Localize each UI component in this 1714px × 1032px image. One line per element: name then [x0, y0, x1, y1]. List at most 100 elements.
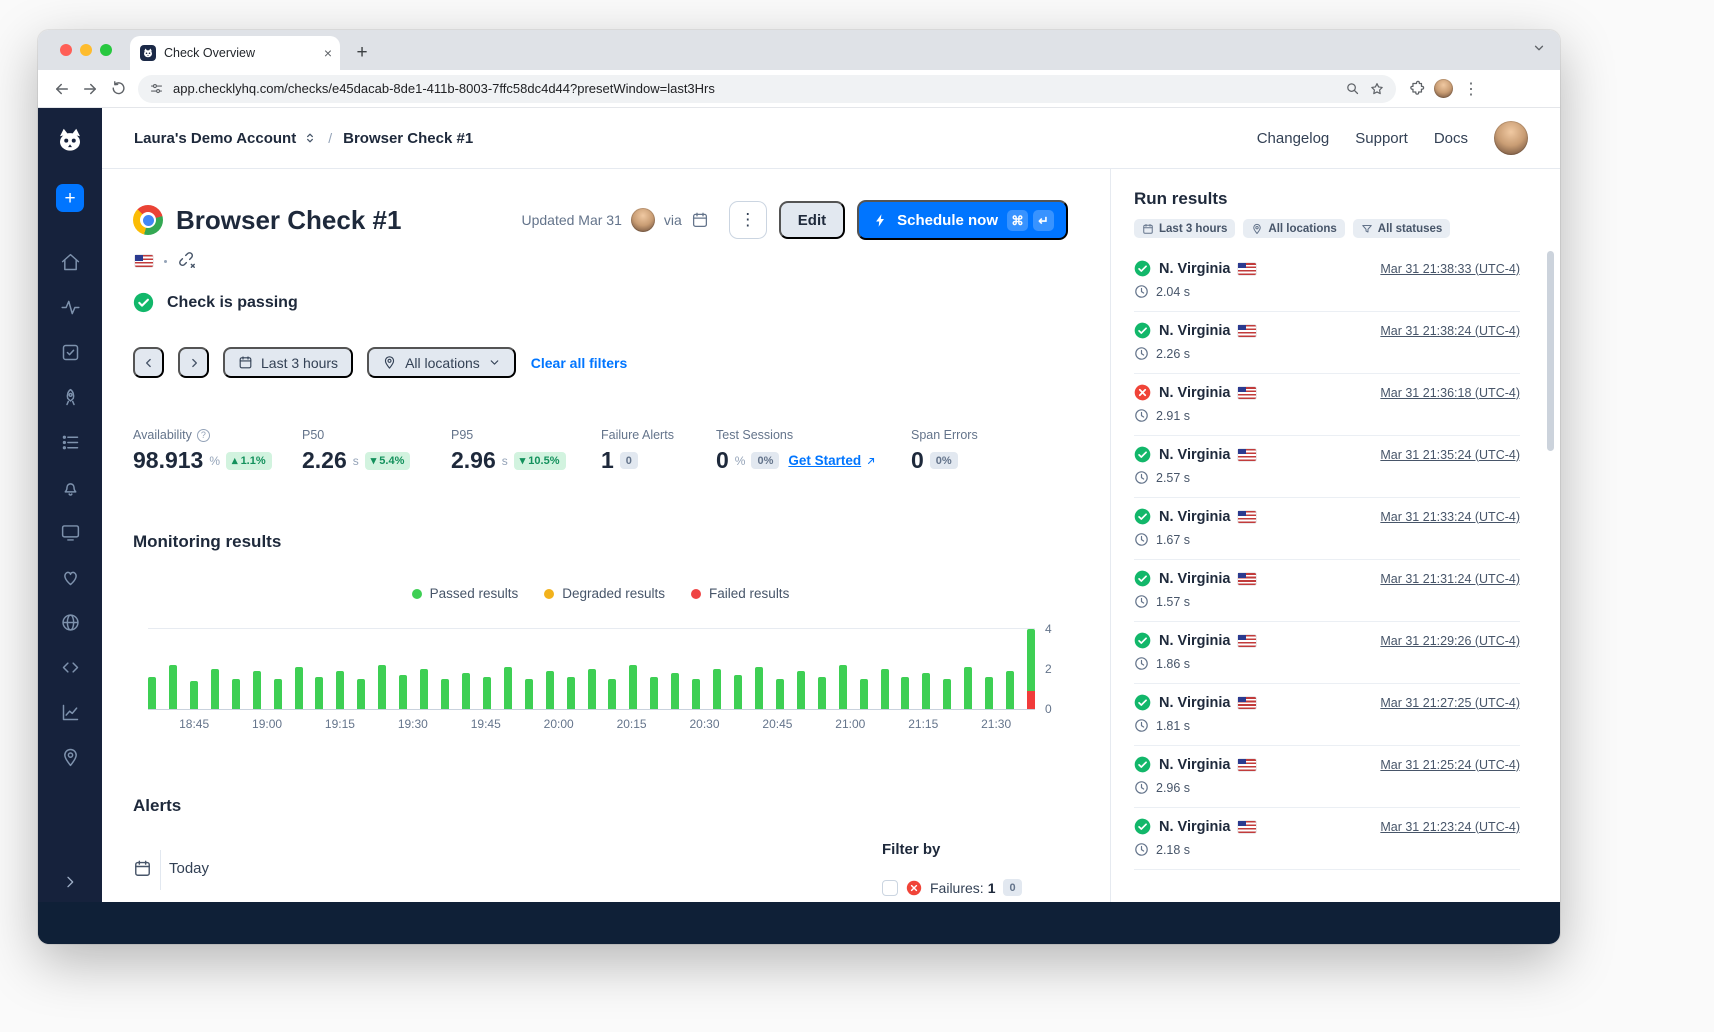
x-tick-label: 19:15: [325, 717, 355, 731]
clear-all-filters-link[interactable]: Clear all filters: [531, 355, 628, 371]
nav-link-support[interactable]: Support: [1355, 130, 1408, 147]
run-timestamp-link[interactable]: Mar 31 21:38:24 (UTC-4): [1380, 324, 1520, 338]
next-window-button[interactable]: [178, 347, 209, 378]
checkly-logo-icon[interactable]: [52, 122, 88, 158]
chip-time-range[interactable]: Last 3 hours: [1134, 219, 1235, 238]
tab-close-icon[interactable]: ×: [324, 46, 332, 60]
forward-icon[interactable]: [76, 75, 104, 103]
sidebar-item-private-locations-icon[interactable]: [48, 600, 92, 645]
zoom-window-button[interactable]: [100, 44, 112, 56]
sidebar-expand-icon[interactable]: [62, 874, 78, 890]
chart-bar: [190, 681, 198, 709]
extensions-icon[interactable]: [1402, 75, 1430, 103]
passed-icon: [1134, 756, 1151, 773]
locations-filter-button[interactable]: All locations: [367, 347, 516, 378]
run-timestamp-link[interactable]: Mar 31 21:23:24 (UTC-4): [1380, 820, 1520, 834]
monitoring-chart-plot[interactable]: [148, 628, 1035, 710]
minimize-window-button[interactable]: [80, 44, 92, 56]
close-window-button[interactable]: [60, 44, 72, 56]
chart-bar: [734, 675, 742, 709]
nav-link-changelog[interactable]: Changelog: [1257, 130, 1330, 147]
run-timestamp-link[interactable]: Mar 31 21:27:25 (UTC-4): [1380, 696, 1520, 710]
bolt-icon: [873, 213, 888, 228]
check-meta-row: [135, 251, 1068, 271]
sidebar-item-locations-icon[interactable]: [48, 735, 92, 780]
failures-checkbox[interactable]: [882, 880, 898, 896]
run-results-panel: Run results Last 3 hours All locations: [1110, 169, 1560, 944]
nav-link-docs[interactable]: Docs: [1434, 130, 1468, 147]
stat-span-errors: Span Errors 0 0%: [911, 428, 978, 474]
alerts-filter-panel: Filter by Failures: 1 0: [882, 841, 1068, 896]
failures-filter-row: Failures: 1 0: [882, 879, 1068, 896]
run-location: N. Virginia: [1159, 447, 1230, 463]
schedule-now-button[interactable]: Schedule now ⌘ ↵: [857, 200, 1068, 240]
legend-passed: Passed results: [412, 586, 519, 601]
passed-icon: [1134, 570, 1151, 587]
url-bar[interactable]: app.checklyhq.com/checks/e45dacab-8de1-4…: [138, 75, 1396, 103]
chart-bar: [357, 679, 365, 709]
sidebar-item-heartbeats-icon[interactable]: [48, 555, 92, 600]
sidebar-item-home-icon[interactable]: [48, 240, 92, 285]
time-range-label: Last 3 hours: [261, 355, 338, 371]
check-status-text: Check is passing: [167, 294, 298, 312]
run-result-item[interactable]: N. Virginia Mar 31 21:31:24 (UTC-4) 1.57…: [1134, 560, 1520, 622]
run-timestamp-link[interactable]: Mar 31 21:31:24 (UTC-4): [1380, 572, 1520, 586]
account-switcher[interactable]: Laura's Demo Account: [134, 130, 296, 147]
sidebar-item-alerts-icon[interactable]: [48, 465, 92, 510]
schedule-now-label: Schedule now: [897, 212, 998, 229]
stat-value: 0: [716, 447, 729, 474]
sidebar-item-checks-icon[interactable]: [48, 330, 92, 375]
sidebar-item-maintenance-icon[interactable]: [48, 375, 92, 420]
site-settings-icon[interactable]: [149, 81, 164, 96]
y-tick-label: 4: [1045, 622, 1052, 636]
sidebar-item-snippets-icon[interactable]: [48, 645, 92, 690]
run-result-item[interactable]: N. Virginia Mar 31 21:29:26 (UTC-4) 1.86…: [1134, 622, 1520, 684]
run-result-item[interactable]: N. Virginia Mar 31 21:35:24 (UTC-4) 2.57…: [1134, 436, 1520, 498]
calendar-icon: [1142, 223, 1154, 235]
run-duration: 1.67 s: [1156, 533, 1190, 547]
run-result-item[interactable]: N. Virginia Mar 31 21:38:24 (UTC-4) 2.26…: [1134, 312, 1520, 374]
run-result-item[interactable]: N. Virginia Mar 31 21:38:33 (UTC-4) 2.04…: [1134, 250, 1520, 312]
clock-icon: [1134, 718, 1149, 733]
more-actions-button[interactable]: ⋮: [729, 201, 767, 239]
run-result-item[interactable]: N. Virginia Mar 31 21:23:24 (UTC-4) 2.18…: [1134, 808, 1520, 870]
run-timestamp-link[interactable]: Mar 31 21:38:33 (UTC-4): [1380, 262, 1520, 276]
chip-statuses[interactable]: All statuses: [1353, 219, 1451, 238]
back-icon[interactable]: [48, 75, 76, 103]
info-icon[interactable]: ?: [197, 429, 210, 442]
run-timestamp-link[interactable]: Mar 31 21:25:24 (UTC-4): [1380, 758, 1520, 772]
sidebar-item-dashboards-icon[interactable]: [48, 510, 92, 555]
run-results-filters: Last 3 hours All locations All statuses: [1134, 219, 1520, 238]
tab-check-overview[interactable]: Check Overview ×: [130, 36, 340, 70]
panel-scrollbar[interactable]: [1547, 251, 1554, 451]
run-timestamp-link[interactable]: Mar 31 21:33:24 (UTC-4): [1380, 510, 1520, 524]
run-result-item[interactable]: N. Virginia Mar 31 21:25:24 (UTC-4) 2.96…: [1134, 746, 1520, 808]
sidebar-item-activity-icon[interactable]: [48, 285, 92, 330]
reload-icon[interactable]: [104, 75, 132, 103]
breadcrumb-check-name[interactable]: Browser Check #1: [343, 130, 473, 147]
create-new-button[interactable]: +: [56, 184, 84, 212]
get-started-link[interactable]: Get Started: [788, 453, 877, 468]
tab-search-chevron-icon[interactable]: [1532, 41, 1546, 55]
run-timestamp-link[interactable]: Mar 31 21:36:18 (UTC-4): [1380, 386, 1520, 400]
user-avatar[interactable]: [1494, 121, 1528, 155]
run-result-item[interactable]: N. Virginia Mar 31 21:27:25 (UTC-4) 1.81…: [1134, 684, 1520, 746]
run-timestamp-link[interactable]: Mar 31 21:35:24 (UTC-4): [1380, 448, 1520, 462]
monitoring-results-chart[interactable]: 18:4519:0019:1519:3019:4520:0020:1520:30…: [133, 628, 1068, 734]
zoom-icon[interactable]: [1345, 81, 1360, 96]
prev-window-button[interactable]: [133, 347, 164, 378]
bookmark-star-icon[interactable]: [1369, 81, 1385, 97]
chip-locations[interactable]: All locations: [1243, 219, 1344, 238]
new-tab-button[interactable]: +: [348, 39, 376, 67]
run-result-item[interactable]: N. Virginia Mar 31 21:33:24 (UTC-4) 1.67…: [1134, 498, 1520, 560]
account-switcher-chevrons-icon[interactable]: [303, 131, 317, 145]
url-text[interactable]: app.checklyhq.com/checks/e45dacab-8de1-4…: [173, 81, 1336, 96]
browser-menu-icon[interactable]: ⋮: [1457, 75, 1485, 103]
time-range-filter-button[interactable]: Last 3 hours: [223, 347, 353, 378]
edit-button[interactable]: Edit: [779, 201, 845, 239]
browser-profile-avatar[interactable]: [1434, 79, 1453, 98]
run-result-item[interactable]: N. Virginia Mar 31 21:36:18 (UTC-4) 2.91…: [1134, 374, 1520, 436]
sidebar-item-results-icon[interactable]: [48, 420, 92, 465]
sidebar-item-analytics-icon[interactable]: [48, 690, 92, 735]
run-timestamp-link[interactable]: Mar 31 21:29:26 (UTC-4): [1380, 634, 1520, 648]
